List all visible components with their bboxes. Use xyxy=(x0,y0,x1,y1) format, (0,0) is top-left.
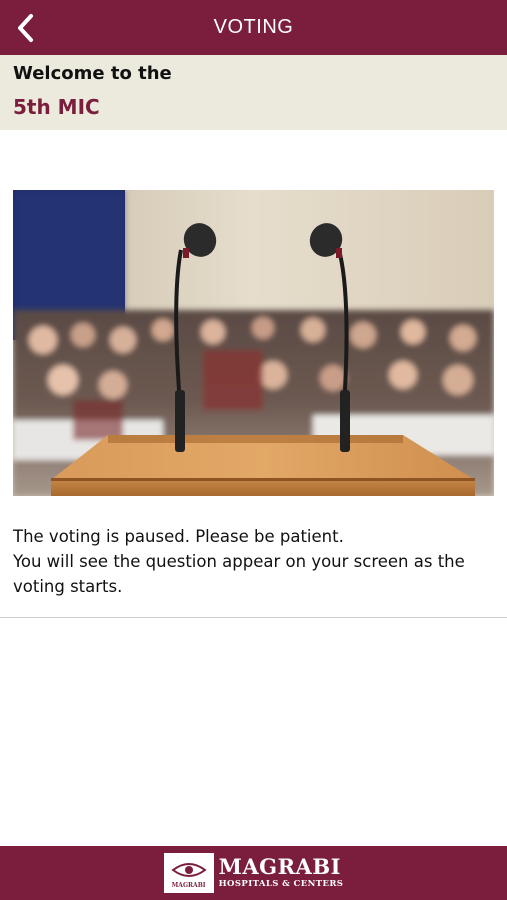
logo-mark: MAGRABI xyxy=(163,853,214,893)
back-button[interactable] xyxy=(10,12,40,44)
voting-status-message: The voting is paused. Please be patient.… xyxy=(13,527,465,596)
welcome-banner: Welcome to the 5th MIC xyxy=(0,55,507,130)
page-title: VOTING xyxy=(213,16,294,38)
welcome-text: Welcome to the xyxy=(13,63,172,84)
eye-logo-icon xyxy=(170,862,207,877)
chevron-left-icon xyxy=(18,14,33,42)
podium-image xyxy=(13,190,494,496)
app-header: VOTING xyxy=(0,0,507,55)
footer: MAGRABI MAGRABI HOSPITALS & CENTERS xyxy=(0,846,507,900)
logo-text: MAGRABI HOSPITALS & CENTERS xyxy=(219,856,344,890)
event-name: 5th MIC xyxy=(13,95,100,119)
logo-subtitle: HOSPITALS & CENTERS xyxy=(218,879,344,889)
logo-mark-text: MAGRABI xyxy=(171,881,206,889)
logo-name: MAGRABI xyxy=(218,854,341,879)
magrabi-logo: MAGRABI MAGRABI HOSPITALS & CENTERS xyxy=(163,853,344,893)
divider xyxy=(0,617,507,618)
